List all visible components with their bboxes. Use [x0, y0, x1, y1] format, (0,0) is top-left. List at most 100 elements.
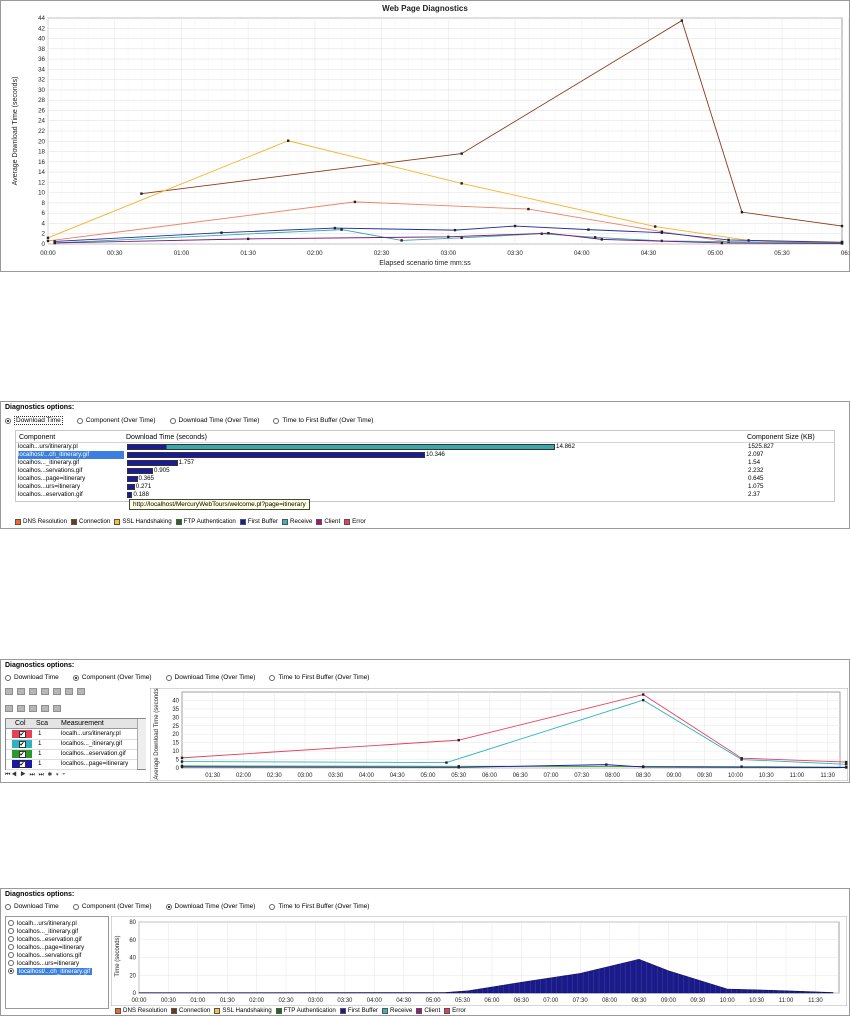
component-name[interactable]: localhost/...ch_itinerary.gif	[18, 451, 124, 459]
radio-dot	[8, 920, 14, 926]
radio-download-time-over-time[interactable]: Download Time (Over Time)	[165, 674, 255, 681]
radio-component-over-time[interactable]: Component (Over Time)	[72, 674, 152, 681]
radio-download-time[interactable]: Download Time	[5, 674, 59, 681]
row-color-cell[interactable]: ✔	[12, 730, 32, 738]
component-over-time-chart: Average Download Time (seconds) 01:30 02:0…	[150, 688, 848, 781]
row-measurement: localhos...page=itinerary	[61, 760, 129, 767]
data-point	[720, 241, 724, 245]
visible-checkbox[interactable]: ✔	[18, 740, 26, 748]
radio-download-time[interactable]: Download Time	[5, 416, 63, 425]
y-tick-label: 0	[42, 241, 46, 248]
measurement-row[interactable]: ✔ 1 localhos...page=itinerary	[6, 759, 137, 770]
radio-component-over-time[interactable]: Component (Over Time)	[72, 903, 152, 910]
component-radio-item[interactable]: localh...urs/itinerary.pl	[8, 919, 77, 927]
y-tick-label: 35	[172, 707, 179, 713]
data-point	[513, 224, 517, 228]
download-time-bar[interactable]	[127, 444, 555, 450]
component-name[interactable]: localhos...eservation.gif	[18, 491, 124, 499]
radio-label: Component (Over Time)	[81, 674, 152, 681]
radio-download-time[interactable]: Download Time	[5, 903, 59, 910]
row-color-cell[interactable]: ✔	[12, 750, 32, 758]
toolbar-icon[interactable]	[5, 705, 13, 712]
component-name[interactable]: localhos..._itinerary.gif	[18, 459, 124, 467]
column-header-download-time: Download Time (seconds)	[126, 434, 207, 441]
y-tick-label: 40	[172, 698, 179, 704]
data-point	[400, 239, 403, 242]
column-col[interactable]: Col	[15, 720, 26, 727]
y-tick-label: 36	[38, 56, 45, 63]
y-tick-label: 24	[38, 118, 45, 125]
column-scale[interactable]: Sca	[36, 720, 48, 727]
y-tick-label: 10	[38, 190, 45, 197]
component-radio-item[interactable]: localhos...servations.gif	[8, 951, 81, 959]
toolbar-icon[interactable]	[29, 705, 37, 712]
component-radio-item[interactable]: localhos...page=itinerary	[8, 943, 84, 951]
row-color-cell[interactable]: ✔	[12, 760, 32, 768]
download-time-bar[interactable]	[127, 452, 425, 458]
toolbar-icon[interactable]	[5, 688, 13, 695]
legend-swatch	[339, 1007, 346, 1014]
row-scale: 1	[38, 760, 42, 767]
x-tick-label: 03:30	[328, 773, 344, 779]
radio-download-time-over-time[interactable]: Download Time (Over Time)	[169, 417, 259, 424]
toolbar-icon[interactable]	[53, 688, 61, 695]
component-name[interactable]: localhos...urs=itinerary	[18, 483, 124, 491]
radio-time-to-first-buffer[interactable]: Time to First Buffer (Over Time)	[269, 674, 369, 681]
column-measurement[interactable]: Measurement	[61, 720, 104, 727]
grid-navigation-bar[interactable]: ⏮◀ ▶ ⏭ ⏭ ✱ ▾ ▿	[5, 771, 146, 779]
download-time-bar[interactable]	[127, 484, 135, 490]
diagnostics-options: Download Time Component (Over Time) Down…	[5, 903, 383, 910]
measurement-grid: Col Sca Measurement ✔ 1 localh...urs/iti…	[5, 718, 146, 770]
data-point	[180, 765, 184, 769]
component-radio-item[interactable]: localhos...urs=itinerary	[8, 959, 79, 967]
y-tick-label: 25	[172, 724, 179, 730]
radio-time-to-first-buffer[interactable]: Time to First Buffer (Over Time)	[269, 903, 369, 910]
x-tick-label: 09:00	[666, 773, 682, 779]
download-time-bar[interactable]	[127, 468, 154, 474]
radio-label: Component (Over Time)	[85, 417, 156, 424]
component-radio-item[interactable]: localhos..._itinerary.gif	[8, 927, 78, 935]
toolbar-icon[interactable]	[65, 688, 73, 695]
download-time-bar[interactable]	[127, 460, 178, 466]
toolbar-icon[interactable]	[17, 705, 25, 712]
toolbar-icon[interactable]	[77, 688, 85, 695]
toolbar-icon[interactable]	[17, 688, 25, 695]
toolbar-icon[interactable]	[41, 688, 49, 695]
y-tick-label: 4	[42, 220, 46, 227]
y-tick-label: 20	[38, 138, 45, 145]
download-time-bar[interactable]	[127, 492, 133, 498]
toolbar-icon[interactable]	[29, 688, 37, 695]
download-time-value: 10.346	[425, 451, 445, 458]
radio-dot	[72, 674, 79, 681]
x-tick-label: 06:00	[484, 998, 500, 1004]
visible-checkbox[interactable]: ✔	[18, 750, 26, 758]
toolbar-icon[interactable]	[53, 705, 61, 712]
component-radio-item[interactable]: localhos...eservation.gif	[8, 935, 82, 943]
radio-dot	[165, 674, 172, 681]
component-label: localhos...eservation.gif	[17, 935, 82, 943]
component-radio-item[interactable]: localhost/...ch_itinerary.gif	[8, 967, 93, 975]
download-time-value: 14.862	[556, 443, 575, 450]
component-label: localhost/...ch_itinerary.gif	[17, 967, 93, 975]
toolbar-icon[interactable]	[41, 705, 49, 712]
radio-component-over-time[interactable]: Component (Over Time)	[76, 417, 156, 424]
vertical-scrollbar[interactable]	[137, 719, 146, 769]
component-name[interactable]: localhos...servations.gif	[18, 467, 124, 475]
visible-checkbox[interactable]: ✔	[18, 730, 26, 738]
y-axis-title: Time (seconds)	[115, 935, 121, 976]
diagnostics-options: Download Time Component (Over Time) Down…	[5, 416, 387, 425]
component-name[interactable]: localh...urs/itinerary.pl	[18, 443, 124, 451]
component-name[interactable]: localhos...page=itinerary	[18, 475, 124, 483]
visible-checkbox[interactable]: ✔	[18, 760, 26, 768]
download-time-bar[interactable]	[127, 476, 138, 482]
row-color-cell[interactable]: ✔	[12, 740, 32, 748]
radio-time-to-first-buffer[interactable]: Time to First Buffer (Over Time)	[273, 417, 373, 424]
x-tick-label: 07:00	[543, 998, 559, 1004]
y-tick-label: 44	[38, 15, 45, 22]
radio-download-time-over-time[interactable]: Download Time (Over Time)	[165, 903, 255, 910]
x-tick-label: 01:30	[220, 998, 236, 1004]
legend-label: DNS Resolution	[23, 518, 68, 525]
legend-label: Error	[352, 518, 366, 525]
y-axis-title: Average Download Time (seconds)	[12, 77, 19, 186]
data-point	[460, 182, 463, 185]
